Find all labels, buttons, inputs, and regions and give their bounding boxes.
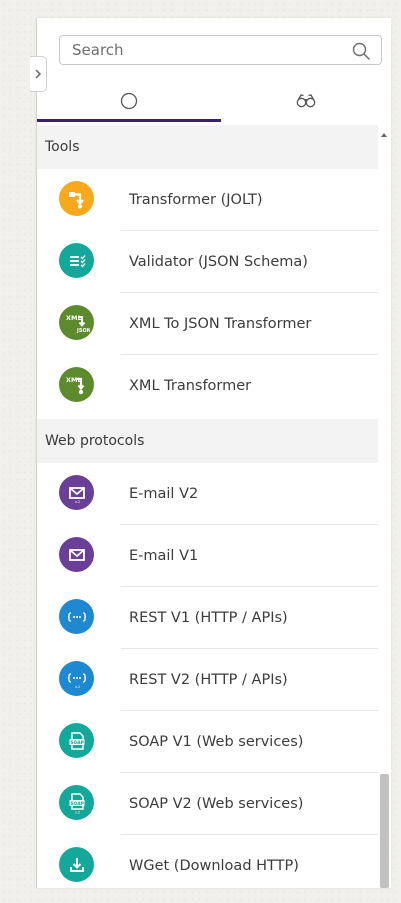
list-item-rest-v1[interactable]: REST V1 (HTTP / APIs) — [37, 587, 378, 649]
item-label: E-mail V2 — [129, 486, 199, 502]
item-label: REST V1 (HTTP / APIs) — [129, 610, 288, 626]
list-item-wget[interactable]: WGet (Download HTTP) — [37, 835, 378, 888]
item-label: E-mail V1 — [129, 548, 199, 564]
xml-transformer-icon: XML — [59, 367, 94, 402]
item-label: XML To JSON Transformer — [129, 316, 312, 332]
envelope-icon: v.2 — [59, 475, 94, 510]
circle-outline-icon — [120, 92, 138, 110]
item-label: Validator (JSON Schema) — [129, 254, 308, 270]
active-tab-indicator — [37, 119, 221, 122]
svg-text:SOAP: SOAP — [70, 800, 84, 806]
tab-explore[interactable] — [221, 80, 391, 122]
section-header-tools: Tools — [37, 125, 378, 169]
svg-text:SOAP: SOAP — [70, 739, 84, 745]
list-scrollbar[interactable] — [378, 125, 391, 888]
chevron-right-icon — [35, 69, 42, 79]
rest-api-icon: v.2 — [59, 661, 94, 696]
search-input[interactable] — [60, 36, 352, 64]
list-item-validator-json-schema[interactable]: Validator (JSON Schema) — [37, 231, 378, 293]
list-item-xml-transformer[interactable]: XML XML Transformer — [37, 355, 378, 417]
component-list: Tools Transformer (JOLT) Validator (JSON… — [37, 125, 391, 888]
palette-panel: Tools Transformer (JOLT) — [36, 18, 391, 888]
list-item-email-v2[interactable]: v.2 E-mail V2 — [37, 463, 378, 525]
soap-icon: SOAP v.2 — [59, 785, 94, 820]
soap-icon: SOAP — [59, 723, 94, 758]
palette-tabs — [37, 80, 391, 122]
checklist-icon — [59, 243, 94, 278]
item-label: XML Transformer — [129, 378, 252, 394]
scrollbar-thumb[interactable] — [380, 774, 389, 888]
envelope-icon — [59, 537, 94, 572]
item-label: SOAP V1 (Web services) — [129, 734, 304, 750]
svg-text:v.2: v.2 — [75, 685, 80, 689]
section-header-web-protocols: Web protocols — [37, 419, 378, 463]
download-icon — [59, 847, 94, 882]
item-label: Transformer (JOLT) — [129, 192, 263, 208]
svg-text:v.2: v.2 — [75, 500, 80, 504]
list-item-rest-v2[interactable]: v.2 REST V2 (HTTP / APIs) — [37, 649, 378, 711]
section-title: Tools — [45, 139, 80, 155]
list-item-soap-v1[interactable]: SOAP SOAP V1 (Web services) — [37, 711, 378, 773]
tab-components[interactable] — [37, 80, 221, 122]
xml-to-json-icon: XML JSON — [59, 305, 94, 340]
item-label: SOAP V2 (Web services) — [129, 796, 304, 812]
item-label: REST V2 (HTTP / APIs) — [129, 672, 288, 688]
svg-text:v.2: v.2 — [75, 810, 80, 814]
search-icon[interactable] — [351, 41, 371, 61]
svg-text:JSON: JSON — [76, 328, 90, 334]
section-title: Web protocols — [45, 433, 145, 449]
item-label: WGet (Download HTTP) — [129, 858, 299, 874]
list-item-transformer-jolt[interactable]: Transformer (JOLT) — [37, 169, 378, 231]
rest-api-icon — [59, 599, 94, 634]
panel-collapse-toggle[interactable] — [30, 56, 47, 92]
binoculars-icon — [296, 94, 316, 108]
list-item-email-v1[interactable]: E-mail V1 — [37, 525, 378, 587]
list-item-soap-v2[interactable]: SOAP v.2 SOAP V2 (Web services) — [37, 773, 378, 835]
scroll-up-arrow-icon[interactable] — [381, 133, 387, 137]
transformer-icon — [59, 181, 94, 216]
search-box — [59, 35, 382, 65]
list-item-xml-to-json[interactable]: XML JSON XML To JSON Transformer — [37, 293, 378, 355]
